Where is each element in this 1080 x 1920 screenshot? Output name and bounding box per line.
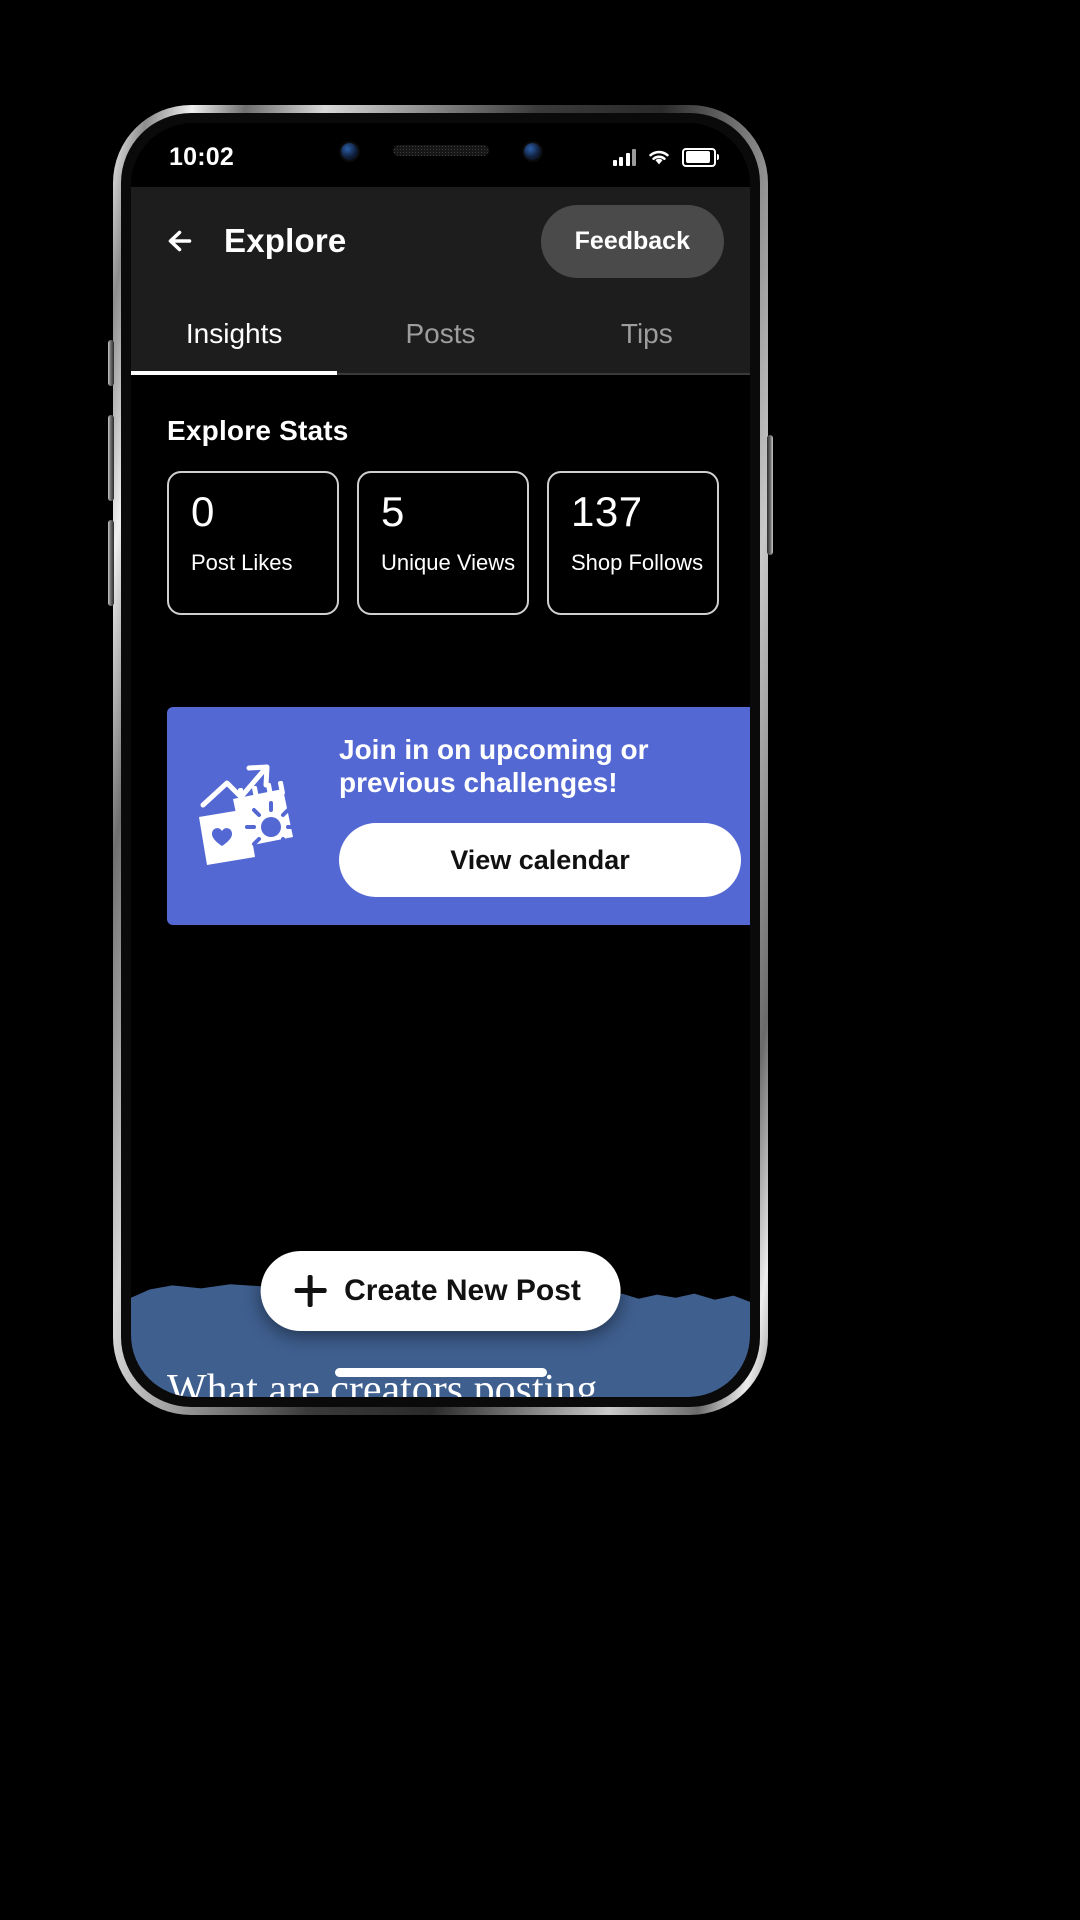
stat-card-shop-follows[interactable]: 137 Shop Follows bbox=[547, 471, 719, 615]
challenges-promo-banner[interactable]: Join in on upcoming or previous challeng… bbox=[167, 707, 750, 926]
back-arrow-icon[interactable] bbox=[161, 219, 205, 263]
feedback-button[interactable]: Feedback bbox=[540, 204, 724, 278]
app-root: Explore Feedback Insights Posts Tips Exp… bbox=[131, 123, 750, 1397]
stat-label: Unique Views bbox=[381, 550, 516, 575]
tab-posts[interactable]: Posts bbox=[337, 295, 543, 373]
earpiece-speaker bbox=[392, 145, 489, 156]
device-notch bbox=[306, 123, 575, 187]
explore-stats-heading: Explore Stats bbox=[167, 415, 349, 446]
wifi-icon bbox=[649, 150, 669, 165]
promo-text: Join in on upcoming or previous challeng… bbox=[339, 734, 649, 799]
face-sensor-icon bbox=[523, 143, 541, 160]
plus-icon bbox=[294, 1275, 327, 1307]
screenshot-stage: 10:02 Explore Feedback Insights Posts Ti… bbox=[0, 0, 1080, 1920]
promo-body: Join in on upcoming or previous challeng… bbox=[339, 733, 750, 898]
mute-switch[interactable] bbox=[108, 340, 114, 386]
app-bar: Explore Feedback bbox=[131, 187, 750, 295]
stat-value: 5 bbox=[381, 488, 405, 535]
power-button[interactable] bbox=[767, 435, 773, 555]
create-new-post-label: Create New Post bbox=[344, 1274, 581, 1307]
phone-screen: 10:02 Explore Feedback Insights Posts Ti… bbox=[131, 123, 750, 1397]
tab-bar: Insights Posts Tips bbox=[131, 295, 750, 375]
tab-insights[interactable]: Insights bbox=[131, 295, 338, 375]
tab-tips[interactable]: Tips bbox=[544, 295, 750, 373]
create-new-post-button[interactable]: Create New Post bbox=[260, 1251, 621, 1331]
page-title: Explore bbox=[224, 222, 347, 259]
scroll-content[interactable]: Explore Stats 0 Post Likes 5 Unique View… bbox=[131, 375, 750, 1397]
view-calendar-button[interactable]: View calendar bbox=[339, 823, 741, 898]
status-time: 10:02 bbox=[169, 142, 234, 171]
phone-bezel: 10:02 Explore Feedback Insights Posts Ti… bbox=[121, 113, 760, 1407]
volume-up-button[interactable] bbox=[108, 415, 114, 501]
calendar-chart-icon bbox=[167, 755, 339, 875]
phone-device-frame: 10:02 Explore Feedback Insights Posts Ti… bbox=[108, 105, 773, 1415]
volume-down-button[interactable] bbox=[108, 520, 114, 606]
stat-label: Post Likes bbox=[191, 550, 293, 575]
stat-label: Shop Follows bbox=[571, 550, 704, 575]
status-indicators bbox=[612, 147, 719, 167]
stat-card-unique-views[interactable]: 5 Unique Views bbox=[357, 471, 529, 615]
stat-value: 137 bbox=[571, 488, 643, 535]
front-camera-icon bbox=[340, 143, 358, 160]
home-indicator[interactable] bbox=[334, 1368, 547, 1377]
stat-value: 0 bbox=[191, 488, 215, 535]
stat-card-post-likes[interactable]: 0 Post Likes bbox=[167, 471, 339, 615]
stats-row: 0 Post Likes 5 Unique Views 137 Shop Fol… bbox=[167, 471, 750, 615]
battery-icon bbox=[682, 147, 719, 167]
cellular-signal-icon bbox=[612, 148, 636, 166]
